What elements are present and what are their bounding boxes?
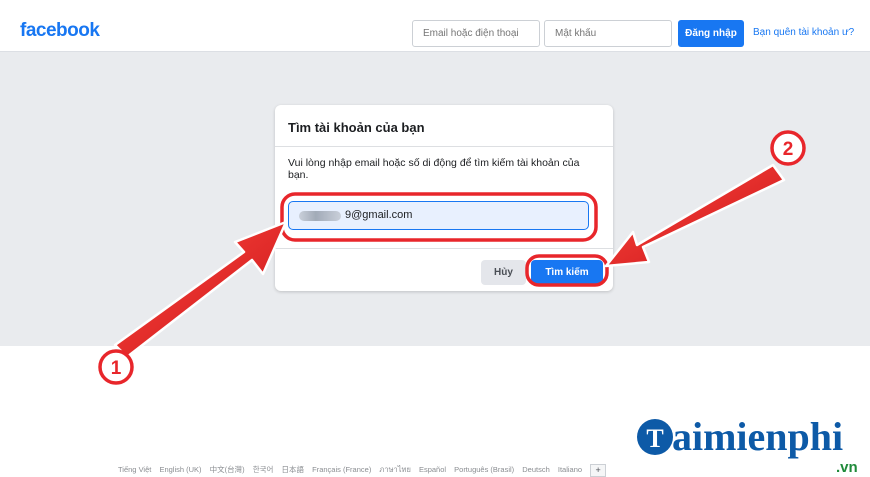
dialog-description: Vui lòng nhập email hoặc số di động để t… (288, 157, 580, 181)
redacted-text (299, 211, 341, 221)
language-link[interactable]: English (UK) (159, 465, 201, 474)
taimienphi-logo-icon: T (637, 419, 673, 455)
marker-1: 1 (98, 349, 134, 385)
language-link[interactable]: 日本語 (282, 465, 305, 474)
top-navbar: facebook Đăng nhập Bạn quên tài khoản ư? (0, 0, 870, 52)
language-link[interactable]: Français (France) (312, 465, 371, 474)
login-button[interactable]: Đăng nhập (678, 20, 744, 47)
more-languages-button[interactable]: + (590, 464, 607, 477)
facebook-logo[interactable]: facebook (20, 21, 100, 40)
watermark-brand: aimienphi (672, 414, 844, 459)
language-link[interactable]: Español (419, 465, 446, 474)
language-link[interactable]: Tiếng Việt (118, 465, 151, 474)
forgot-account-link[interactable]: Bạn quên tài khoản ư? (753, 27, 854, 38)
language-list: Tiếng Việt English (UK) 中文(台灣) 한국어 日本語 F… (118, 464, 612, 477)
language-link[interactable]: Português (Brasil) (454, 465, 514, 474)
svg-text:1: 1 (111, 358, 122, 379)
header-password-input[interactable] (544, 20, 672, 47)
language-link[interactable]: ภาษาไทย (379, 465, 410, 474)
language-link[interactable]: 中文(台灣) (210, 465, 245, 474)
language-link[interactable]: 한국어 (253, 465, 274, 474)
divider (275, 248, 613, 249)
divider (275, 146, 613, 147)
find-account-dialog: Tìm tài khoản của bạn Vui lòng nhập emai… (275, 105, 613, 291)
search-button[interactable]: Tìm kiếm (531, 260, 603, 285)
dialog-title: Tìm tài khoản của bạn (288, 120, 425, 135)
svg-text:T: T (646, 424, 663, 453)
header-email-input[interactable] (412, 20, 540, 47)
language-link[interactable]: Deutsch (522, 465, 550, 474)
watermark-suffix: .vn (836, 459, 858, 476)
language-link[interactable]: Italiano (558, 465, 582, 474)
cancel-button[interactable]: Hủy (481, 260, 526, 285)
